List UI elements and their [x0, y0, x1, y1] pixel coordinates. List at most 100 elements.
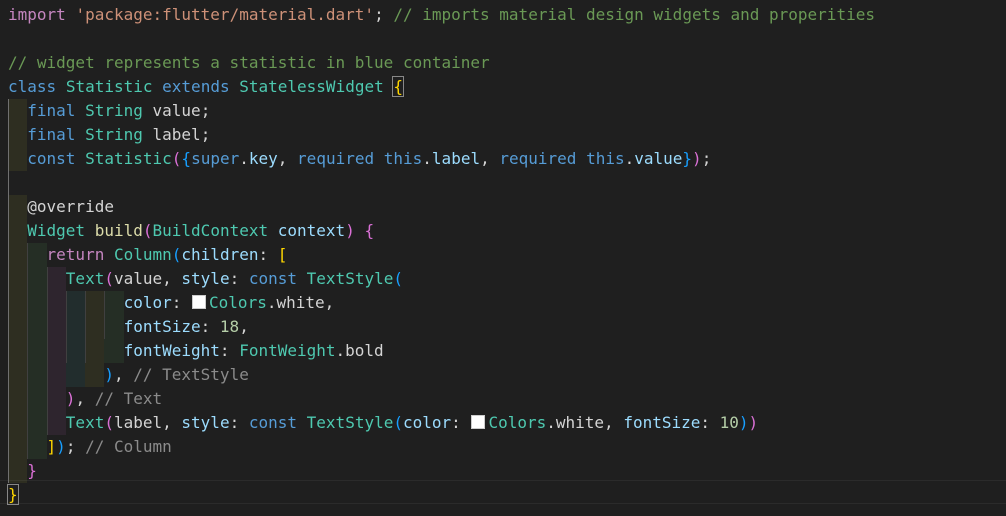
code-line[interactable]: Widget build(BuildContext context) { [8, 219, 374, 243]
code-line[interactable]: @override [8, 195, 114, 219]
code-line[interactable]: fontWeight: FontWeight.bold [8, 339, 384, 363]
code-token: [ [277, 245, 288, 264]
code-token: . [624, 149, 635, 168]
code-token: ; [200, 101, 211, 120]
code-token: import [8, 5, 66, 24]
code-token: { [181, 149, 192, 168]
code-line[interactable]: const Statistic({super.key, required thi… [8, 147, 711, 171]
code-token: bold [345, 341, 384, 360]
code-token: // Column [85, 437, 172, 456]
code-line[interactable]: ), // Text [8, 387, 162, 411]
code-line[interactable]: return Column(children: [ [8, 243, 288, 267]
code-token: this [383, 149, 423, 168]
code-line[interactable]: } [8, 459, 37, 483]
code-token: : [258, 245, 278, 264]
code-token: : [700, 413, 720, 432]
code-line[interactable]: // widget represents a statistic in blue… [8, 51, 490, 75]
code-token: . [546, 413, 556, 432]
code-token: extends [162, 77, 230, 96]
code-token: Colors [488, 413, 547, 432]
code-line[interactable]: Text(value, style: const TextStyle( [8, 267, 403, 291]
code-editor[interactable]: import 'package:flutter/material.dart'; … [0, 0, 1006, 516]
code-token: Column [113, 245, 172, 264]
code-line[interactable]: color: Colors.white, [8, 291, 335, 315]
code-token: Widget [27, 221, 86, 240]
code-token: label [113, 413, 163, 432]
code-token: // imports material design widgets and p… [393, 5, 875, 24]
code-token: return [46, 245, 105, 264]
code-token: Colors [209, 293, 267, 312]
code-token: label [152, 125, 201, 144]
code-token: : [229, 269, 249, 288]
code-token: // Text [94, 389, 163, 408]
code-token: ) [748, 413, 759, 432]
code-token: const [248, 413, 298, 432]
code-token: StatelessWidget [239, 77, 384, 96]
code-token: children [181, 245, 259, 264]
color-swatch-icon[interactable] [192, 295, 207, 309]
code-token: , [162, 269, 182, 288]
code-token: String [85, 125, 143, 144]
code-line[interactable]: Text(label, style: const TextStyle(color… [8, 411, 758, 435]
code-token: ) [56, 437, 66, 456]
code-token: super [191, 149, 240, 168]
code-token: Statistic [65, 77, 153, 96]
code-token: , [604, 413, 624, 432]
code-token: 10 [719, 413, 739, 432]
code-line[interactable]: final String value; [8, 99, 210, 123]
code-token: ; [701, 149, 712, 168]
code-token: : [451, 413, 471, 432]
code-token: fontWeight [123, 341, 220, 360]
code-token: TextStyle [306, 413, 394, 432]
code-token: ( [104, 269, 114, 288]
code-line[interactable]: ]); // Column [8, 435, 172, 459]
code-token: , [480, 149, 500, 168]
color-swatch-icon[interactable] [471, 415, 486, 429]
code-token: style [181, 269, 230, 288]
code-token: white [276, 293, 325, 312]
code-token: ( [104, 413, 114, 432]
code-token: ( [171, 245, 182, 264]
code-token: , [75, 389, 95, 408]
code-token: } [7, 484, 19, 505]
code-token: ( [142, 221, 153, 240]
code-line[interactable]: ), // TextStyle [8, 363, 249, 387]
code-token: final [27, 125, 76, 144]
code-line[interactable]: class Statistic extends StatelessWidget … [8, 75, 404, 99]
code-line[interactable]: fontSize: 18, [8, 315, 249, 339]
code-token: @override [27, 197, 114, 216]
code-token: . [335, 341, 346, 360]
code-token: , [324, 293, 335, 312]
code-token: Text [65, 413, 105, 432]
code-token: Text [65, 269, 105, 288]
code-token: , [277, 149, 298, 168]
code-token: { [392, 76, 404, 97]
code-token: this [586, 149, 625, 168]
code-token: const [27, 149, 76, 168]
code-token: Statistic [85, 149, 172, 168]
code-token: white [555, 413, 605, 432]
code-line[interactable]: final String label; [8, 123, 210, 147]
code-line[interactable]: import 'package:flutter/material.dart'; … [8, 3, 875, 27]
code-line[interactable]: } [7, 483, 19, 507]
code-token: ] [46, 437, 57, 456]
code-token: ) [738, 413, 749, 432]
